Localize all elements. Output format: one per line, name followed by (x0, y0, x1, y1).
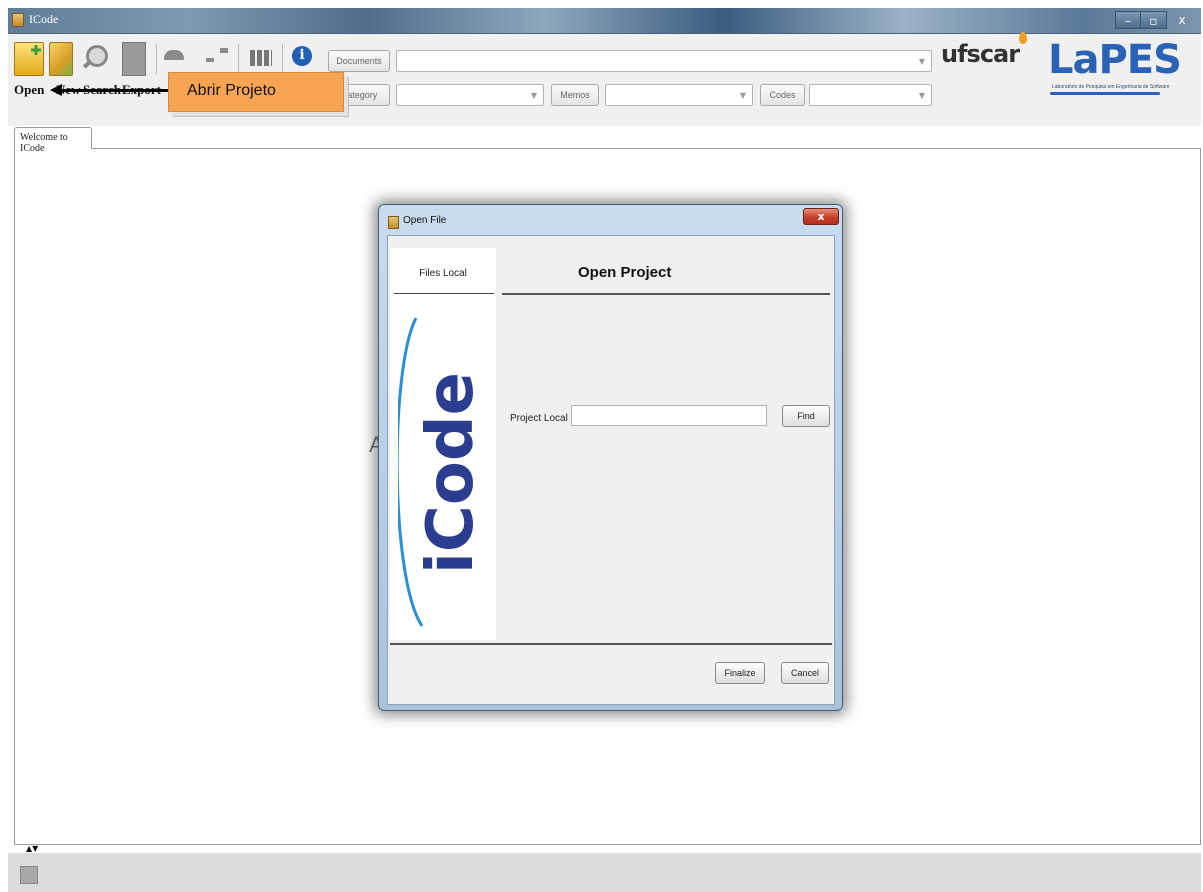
export-icon[interactable] (122, 42, 146, 76)
window-titlebar: ICode – ▫ x (8, 8, 1201, 34)
documents-combo[interactable]: ▼ (396, 50, 932, 72)
status-icon (20, 866, 38, 884)
callout-abrir-projeto: Abrir Projeto (168, 72, 344, 112)
flame-icon (1019, 32, 1027, 44)
finalize-button[interactable]: Finalize (715, 662, 765, 684)
window-title: ICode (29, 12, 59, 26)
open-file-dialog: Open File x Files Local iCode Open Proje… (378, 204, 843, 711)
minimize-button[interactable]: – (1115, 11, 1141, 29)
ufscar-logo-text: ufscar (941, 40, 1020, 68)
chevron-down-icon: ▼ (918, 91, 925, 100)
close-button[interactable]: x (1167, 11, 1197, 29)
callout-arrow-line (58, 89, 168, 92)
bar-chart-icon[interactable] (246, 42, 276, 76)
chevron-down-icon: ▼ (918, 57, 925, 66)
dialog-app-icon (388, 216, 399, 229)
dialog-close-button[interactable]: x (803, 208, 839, 225)
maximize-button[interactable]: ▫ (1141, 11, 1167, 29)
side-divider (394, 293, 494, 294)
memos-combo[interactable]: ▼ (605, 84, 753, 106)
lapes-subtitle: Laboratório de Pesquisa em Engenharia de… (1052, 84, 1170, 90)
chevron-down-icon: ▼ (530, 91, 537, 100)
new-folder-icon[interactable] (49, 42, 73, 76)
documents-filter-button[interactable]: Documents (328, 50, 390, 72)
app-icon (12, 13, 24, 27)
footer-divider (390, 643, 832, 645)
category-combo[interactable]: ▼ (396, 84, 544, 106)
open-project-icon[interactable] (14, 42, 44, 76)
search-icon[interactable] (80, 42, 110, 76)
ufscar-logo: ufscar (941, 32, 1027, 68)
network-graph-icon[interactable] (204, 42, 230, 76)
open-label[interactable]: Open (14, 82, 44, 98)
chevron-down-icon: ▼ (739, 91, 746, 100)
split-arrows-icon[interactable]: ▲▼ (26, 845, 38, 853)
dialog-title: Open File (403, 215, 447, 226)
heading-divider (502, 293, 830, 295)
lapes-swoosh (1050, 92, 1160, 95)
icode-logo-text: iCode (414, 372, 488, 574)
callout-arrow-head (50, 84, 62, 96)
codes-combo[interactable]: ▼ (809, 84, 932, 106)
cancel-button[interactable]: Cancel (781, 662, 829, 684)
window-controls: – ▫ x (1115, 11, 1197, 29)
toolbar-separator (282, 44, 283, 74)
info-icon[interactable] (288, 42, 318, 76)
find-button[interactable]: Find (782, 405, 830, 427)
project-local-input[interactable] (571, 405, 767, 426)
lapes-logo: LaPES (1048, 37, 1182, 83)
side-panel: Files Local iCode (390, 248, 496, 640)
status-bar (8, 853, 1201, 892)
files-local-label[interactable]: Files Local (390, 268, 496, 279)
codes-filter-button[interactable]: Codes (760, 84, 805, 106)
dialog-heading: Open Project (578, 264, 672, 281)
cloud-icon[interactable] (162, 42, 188, 76)
icode-logo: iCode (398, 317, 488, 627)
tab-welcome[interactable]: Welcome to ICode (14, 127, 92, 154)
dialog-body: Files Local iCode Open Project Project L… (387, 235, 835, 705)
toolbar-separator (156, 44, 157, 74)
memos-filter-button[interactable]: Memos (551, 84, 599, 106)
project-local-label: Project Local (510, 413, 568, 424)
toolbar-separator (238, 44, 239, 74)
